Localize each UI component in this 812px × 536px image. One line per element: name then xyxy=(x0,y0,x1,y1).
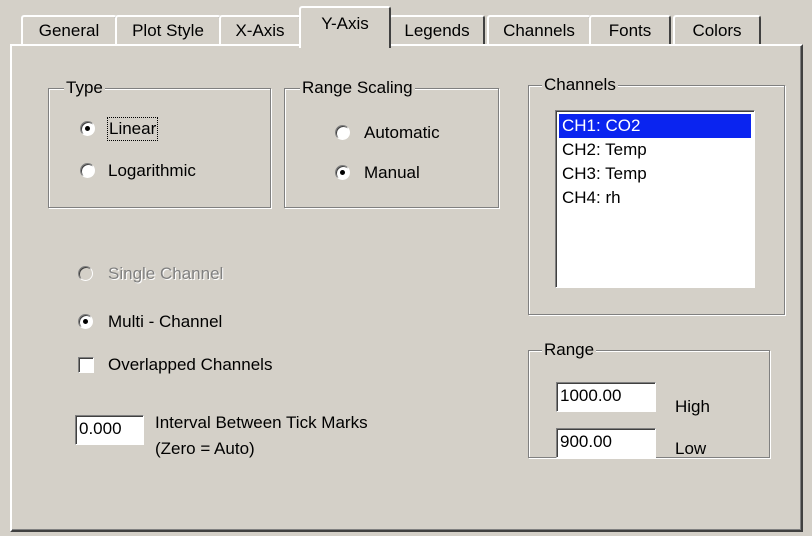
channel-list-item[interactable]: CH4: rh xyxy=(559,186,751,210)
type-group xyxy=(48,88,271,208)
automatic-label[interactable]: Automatic xyxy=(364,122,440,144)
logarithmic-radio[interactable] xyxy=(80,163,95,178)
multi-channel-radio[interactable] xyxy=(78,314,93,329)
overlapped-channels-label[interactable]: Overlapped Channels xyxy=(108,354,272,376)
channels-listbox[interactable]: CH1: CO2 CH2: Temp CH3: Temp CH4: rh xyxy=(555,110,755,288)
tick-interval-hint: (Zero = Auto) xyxy=(155,439,255,458)
manual-label[interactable]: Manual xyxy=(364,162,420,184)
single-channel-label[interactable]: Single Channel xyxy=(108,263,223,285)
automatic-radio[interactable] xyxy=(335,125,350,140)
range-high-input[interactable]: 1000.00 xyxy=(556,382,656,412)
range-group-label: Range xyxy=(542,340,597,360)
range-scaling-label: Range Scaling xyxy=(300,78,415,98)
range-low-input[interactable]: 900.00 xyxy=(556,428,656,458)
single-channel-radio[interactable] xyxy=(78,266,93,281)
multi-channel-label[interactable]: Multi - Channel xyxy=(108,311,222,333)
range-low-label: Low xyxy=(675,439,707,458)
tab-plot-style[interactable]: Plot Style xyxy=(115,15,221,45)
tab-y-axis[interactable]: Y-Axis xyxy=(299,6,391,48)
tab-colors[interactable]: Colors xyxy=(673,15,761,45)
range-high-label: High xyxy=(675,397,710,416)
channel-list-item[interactable]: CH2: Temp xyxy=(559,138,751,162)
linear-label[interactable]: Linear xyxy=(106,117,159,141)
tab-legends[interactable]: Legends xyxy=(389,15,485,45)
channel-list-item[interactable]: CH3: Temp xyxy=(559,162,751,186)
type-group-label: Type xyxy=(64,78,105,98)
manual-radio[interactable] xyxy=(335,165,350,180)
channels-group-label: Channels xyxy=(542,75,618,95)
overlapped-channels-checkbox[interactable] xyxy=(78,357,94,373)
tick-interval-input[interactable]: 0.000 xyxy=(75,415,144,445)
range-scaling-group xyxy=(284,88,499,208)
tab-channels[interactable]: Channels xyxy=(487,15,591,45)
tick-interval-label: Interval Between Tick Marks xyxy=(155,413,368,432)
logarithmic-label[interactable]: Logarithmic xyxy=(108,160,196,182)
tab-general[interactable]: General xyxy=(21,15,117,45)
tab-x-axis[interactable]: X-Axis xyxy=(219,15,301,45)
linear-radio[interactable] xyxy=(80,121,95,136)
tab-fonts[interactable]: Fonts xyxy=(589,15,671,45)
channel-list-item[interactable]: CH1: CO2 xyxy=(559,114,751,138)
